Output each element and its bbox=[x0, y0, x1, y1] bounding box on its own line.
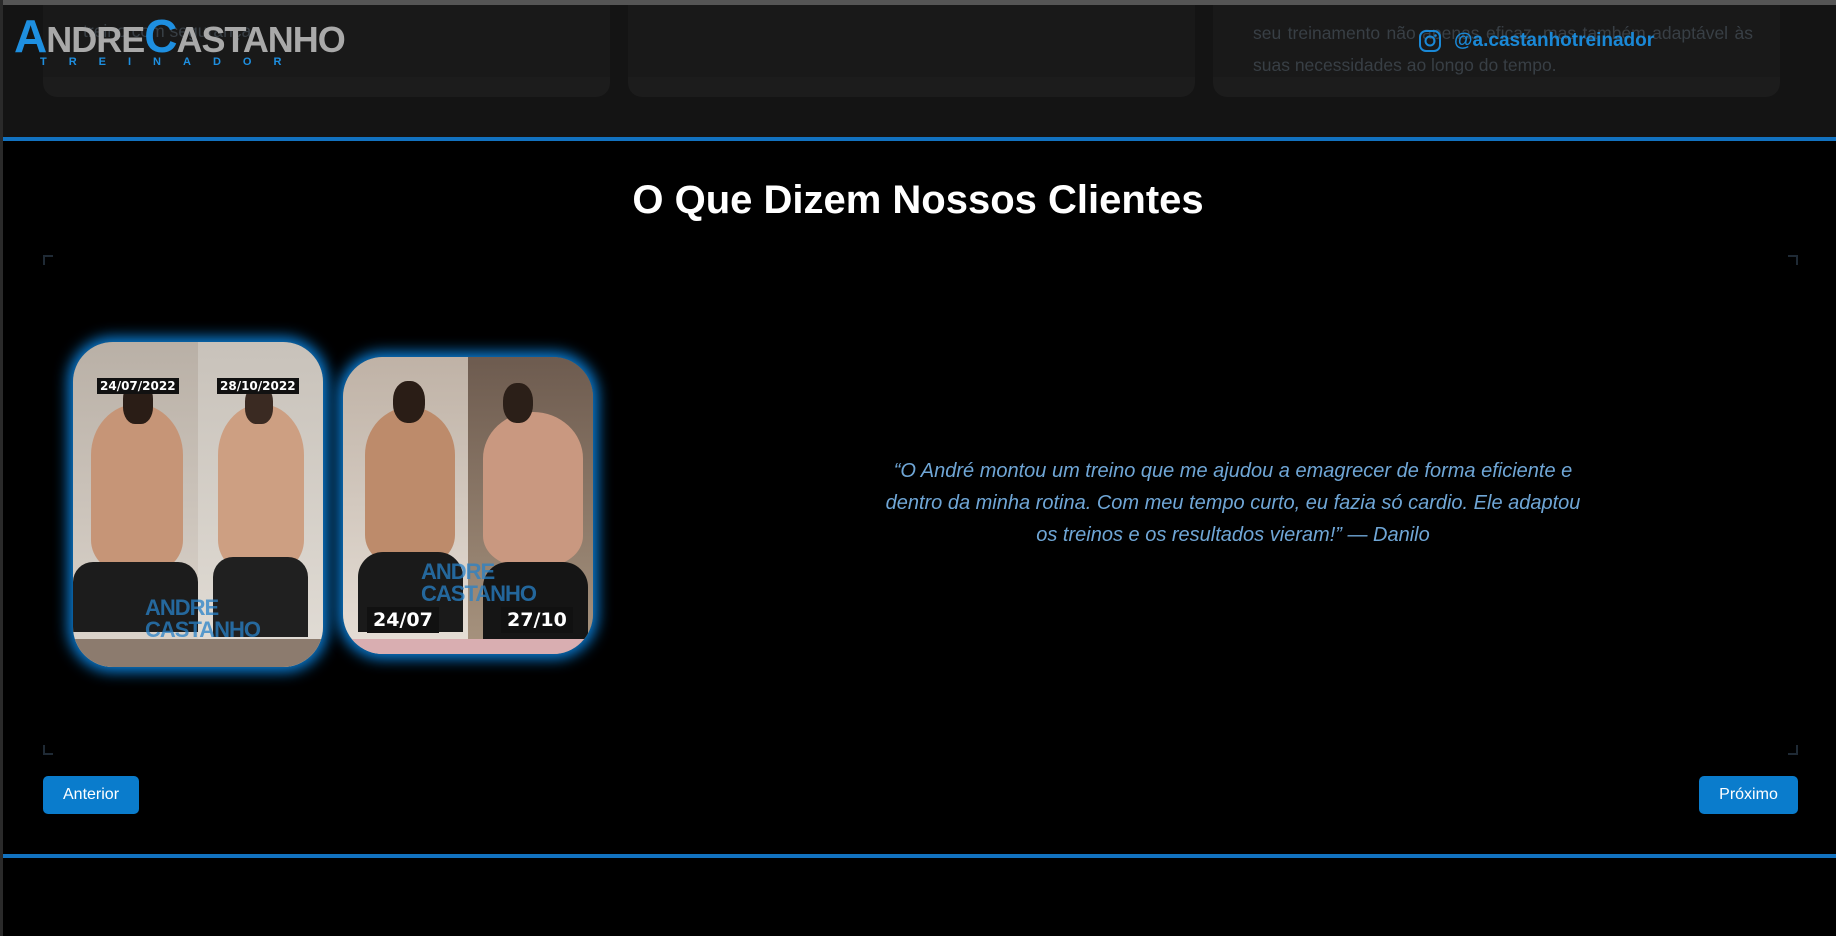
photo-watermark: ANDRE CASTANHO bbox=[421, 559, 537, 606]
section-divider bbox=[3, 854, 1836, 858]
instagram-handle: @a.castanhotreinador bbox=[1454, 30, 1655, 51]
testimonial-carousel: 24/07/2022 28/10/2022 ANDRE CASTANHO 24/… bbox=[43, 255, 1798, 755]
instagram-link[interactable]: @a.castanhotreinador bbox=[1418, 29, 1654, 53]
previous-button[interactable]: Anterior bbox=[43, 776, 139, 814]
site-header: ANDRECASTANHO TREINADOR @a.castanhotrein… bbox=[0, 5, 1836, 77]
photo-watermark: ANDRE CASTANHO bbox=[145, 595, 261, 642]
date-label: 24/07 bbox=[367, 607, 439, 633]
before-after-photo-front: 24/07/2022 28/10/2022 ANDRE CASTANHO bbox=[73, 342, 323, 667]
instagram-icon bbox=[1418, 29, 1442, 53]
section-title: O Que Dizem Nossos Clientes bbox=[632, 178, 1204, 222]
site-logo[interactable]: ANDRECASTANHO TREINADOR bbox=[14, 10, 346, 70]
carousel-corner bbox=[43, 745, 53, 755]
next-button[interactable]: Próximo bbox=[1699, 776, 1798, 814]
date-label: 24/07/2022 bbox=[97, 378, 179, 394]
carousel-corner bbox=[1788, 745, 1798, 755]
carousel-corner bbox=[1788, 255, 1798, 265]
logo-subtitle: TREINADOR bbox=[40, 56, 304, 68]
before-after-photo-back: 24/07 27/10 ANDRE CASTANHO bbox=[343, 357, 593, 654]
carousel-corner bbox=[43, 255, 53, 265]
section-divider bbox=[3, 137, 1836, 141]
date-label: 28/10/2022 bbox=[217, 378, 299, 394]
testimonial-quote: “O André montou um treino que me ajudou … bbox=[885, 460, 1581, 546]
date-label: 27/10 bbox=[501, 607, 573, 633]
logo-text: ANDRECASTANHO bbox=[14, 10, 346, 62]
